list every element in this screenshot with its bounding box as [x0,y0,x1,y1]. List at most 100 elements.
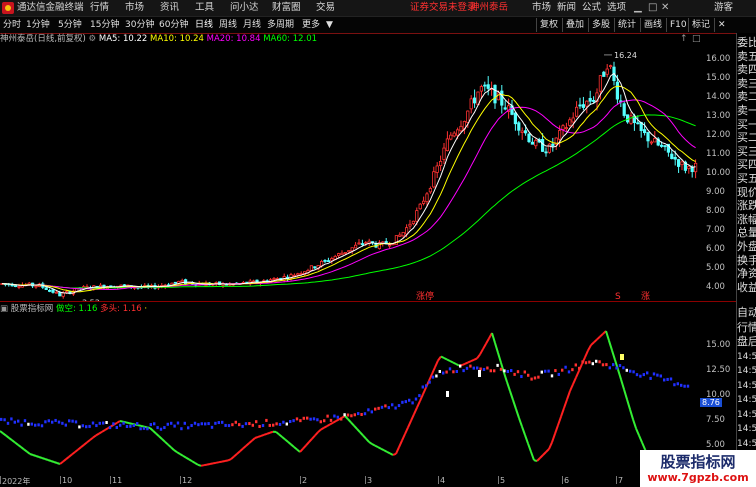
candle-body[interactable] [428,188,433,193]
candle-body[interactable] [34,285,38,288]
candle-body[interactable] [670,153,674,160]
candle-body[interactable] [313,266,317,269]
candle-body[interactable] [404,227,409,235]
candle-body[interactable] [687,165,691,169]
candle-body[interactable] [626,114,630,123]
candle-body[interactable] [524,130,528,134]
candle-body[interactable] [445,138,450,151]
candle-body[interactable] [183,279,188,285]
candle-body[interactable] [336,253,341,257]
candle-body[interactable] [527,133,531,143]
candle-body[interactable] [517,122,521,131]
candle-body[interactable] [421,200,426,204]
tick-list-item[interactable]: 14:50 [737,393,756,407]
maximize-icon[interactable]: □ [648,0,657,16]
candle-body[interactable] [615,81,620,100]
tick-list-item[interactable]: 14:50 [737,437,756,451]
candle-body[interactable] [636,122,640,125]
candle-body[interactable] [438,161,443,167]
candle-body[interactable] [496,92,501,101]
candle-body[interactable] [622,103,626,116]
menu-zixun[interactable]: 资讯 [160,0,179,16]
toolbar-close-icon[interactable]: ✕ [714,18,729,32]
candle-body[interactable] [558,130,562,140]
candle-body[interactable] [605,68,609,75]
btn-duogu[interactable]: 多股 [588,18,613,32]
candle-body[interactable] [472,97,477,104]
candle-body[interactable] [561,125,565,130]
menu-options[interactable]: 选项 [607,0,626,16]
candle-body[interactable] [415,210,419,222]
candle-body[interactable] [323,259,327,262]
candle-body[interactable] [500,90,504,106]
candle-body[interactable] [534,139,538,147]
candle-body[interactable] [568,119,572,126]
candle-body[interactable] [649,141,654,144]
candle-body[interactable] [643,129,647,134]
tick-list-item[interactable]: 14:50 [737,379,756,393]
candle-body[interactable] [48,290,52,292]
candle-body[interactable] [673,156,677,160]
candle-body[interactable] [51,289,55,293]
candle-body[interactable] [493,84,497,104]
candle-body[interactable] [272,278,276,280]
more-dropdown-icon[interactable]: ▼ [326,17,333,33]
btn-fuquan[interactable]: 复权 [536,18,561,32]
period-30min[interactable]: 30分钟 [125,17,154,33]
candle-body[interactable] [551,143,555,147]
candle-body[interactable] [660,144,664,147]
candle-body[interactable] [180,279,184,283]
candle-body[interactable] [326,260,331,262]
candle-body[interactable] [58,292,62,297]
period-weekly[interactable]: 周线 [219,17,237,33]
candle-body[interactable] [347,250,351,253]
candle-body[interactable] [435,165,439,173]
guest-label[interactable]: 游客 [714,0,733,16]
candle-body[interactable] [646,132,650,142]
candle-body[interactable] [122,284,126,287]
candle-body[interactable] [387,244,392,247]
candle-body[interactable] [357,242,361,245]
candle-body[interactable] [530,141,535,145]
settings-icon[interactable]: ⚙ [89,34,97,44]
candle-body[interactable] [483,84,487,87]
period-monthly[interactable]: 月线 [243,17,261,33]
candle-body[interactable] [65,291,69,294]
candle-body[interactable] [449,134,453,140]
candle-body[interactable] [296,273,300,276]
tick-list-item[interactable]: 14:50 [737,364,756,378]
menu-wenxiaoda[interactable]: 问小达 [230,0,259,16]
menu-market[interactable]: 市场 [532,0,551,16]
candle-body[interactable] [592,99,596,102]
candle-body[interactable] [541,139,545,152]
candle-body[interactable] [54,291,59,294]
candle-body[interactable] [680,161,684,166]
period-5min[interactable]: 5分钟 [58,17,82,33]
candle-body[interactable] [513,112,518,125]
candle-body[interactable] [469,98,473,110]
menu-jiaoyi[interactable]: 交易 [316,0,335,16]
candle-body[interactable] [343,252,348,254]
candle-body[interactable] [663,145,667,148]
candle-body[interactable] [585,100,589,107]
menu-formula[interactable]: 公式 [582,0,601,16]
candle-body[interactable] [61,292,65,297]
menu-caifuquan[interactable]: 财富圈 [272,0,301,16]
candle-body[interactable] [466,110,470,123]
candle-body[interactable] [360,243,365,245]
main-price-chart[interactable]: 16.243.53涨停S涨 [0,46,706,301]
up-arrow-icon[interactable]: ↑ [680,34,688,44]
tick-list-item[interactable]: 14:50 [737,408,756,422]
candle-body[interactable] [309,265,314,271]
candle-body[interactable] [653,138,657,143]
candle-body[interactable] [677,159,681,167]
expand-icon[interactable]: □ [692,34,701,44]
candle-body[interactable] [411,220,416,224]
candle-body[interactable] [44,287,48,290]
btn-tongji[interactable]: 统计 [614,18,639,32]
btn-f10[interactable]: F10 [666,18,690,32]
tick-list-item[interactable]: 14:50 [737,422,756,436]
candle-body[interactable] [340,252,344,256]
candle-body[interactable] [401,231,405,237]
candle-body[interactable] [353,244,358,249]
